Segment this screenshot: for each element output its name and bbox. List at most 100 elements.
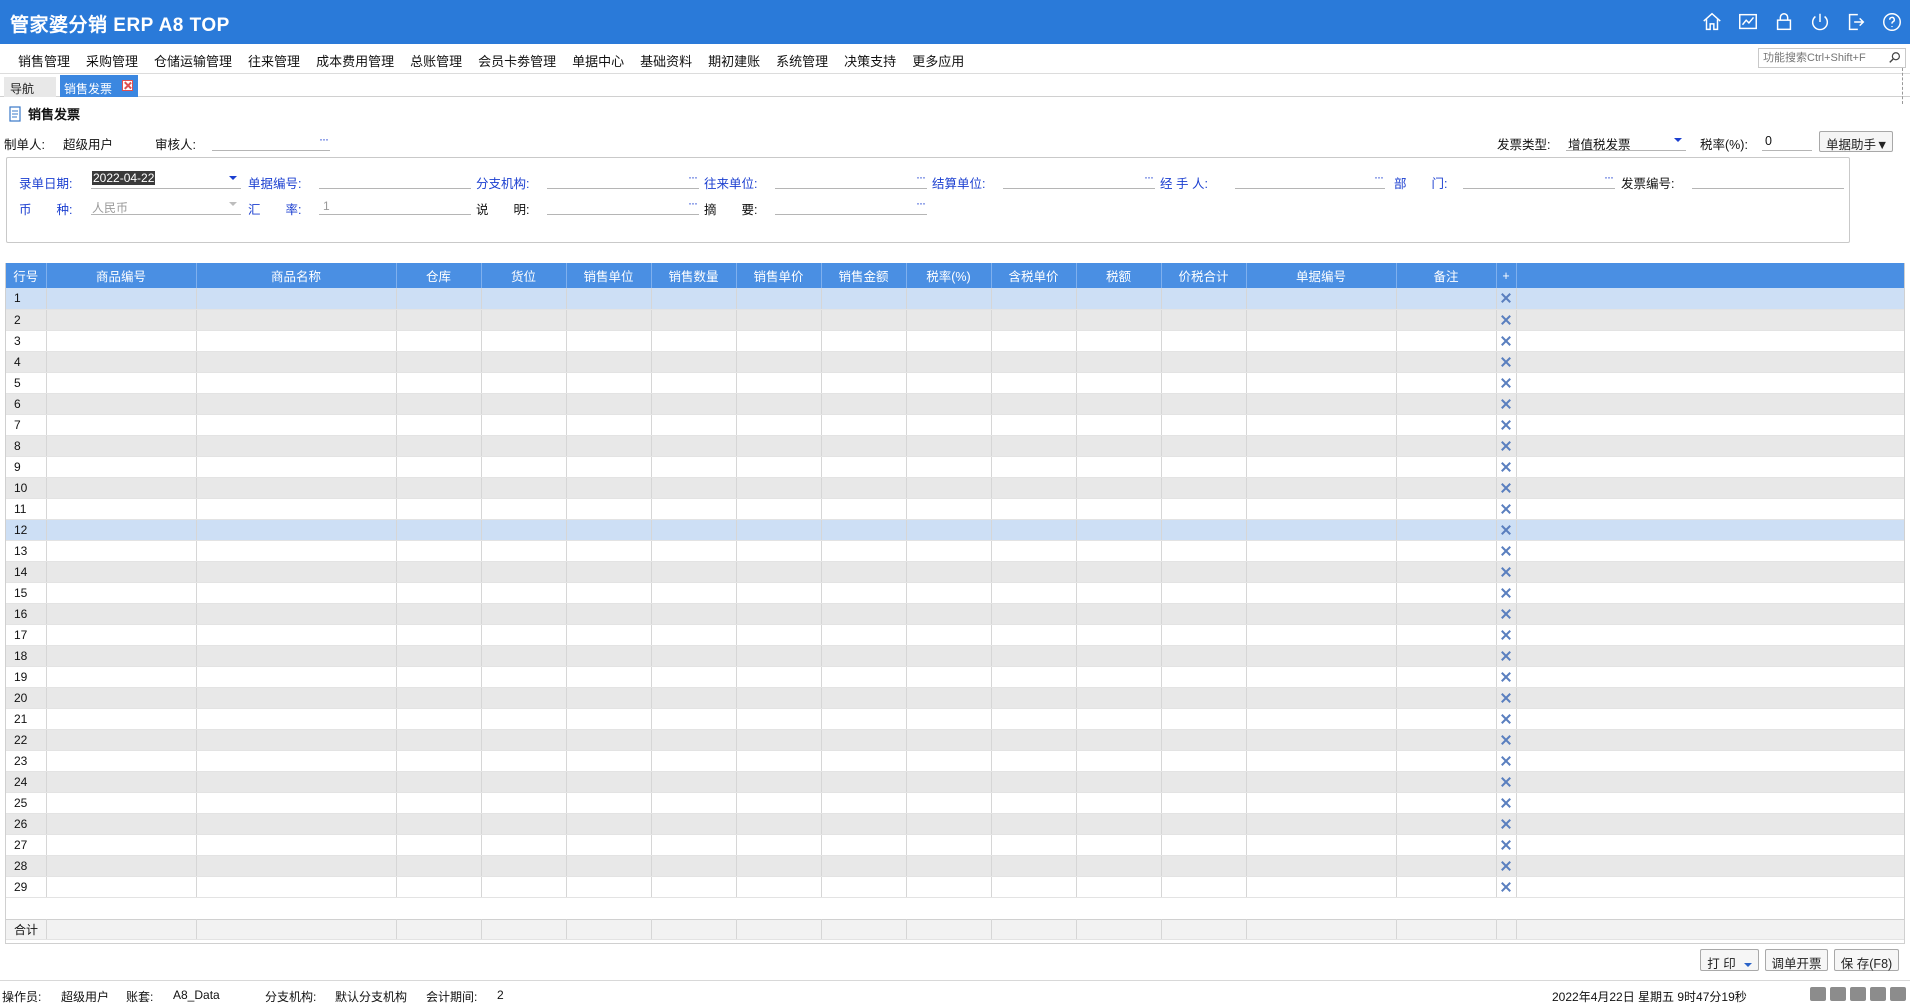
grid-cell[interactable]: [1076, 330, 1162, 352]
grid-cell[interactable]: [566, 876, 652, 898]
grid-cell[interactable]: [481, 729, 567, 751]
grid-cell[interactable]: [1076, 750, 1162, 772]
delete-row-icon[interactable]: [1501, 798, 1511, 808]
grid-cell[interactable]: [1161, 666, 1247, 688]
grid-cell[interactable]: [46, 456, 197, 478]
grid-cell[interactable]: [991, 645, 1077, 667]
menu-item-decision[interactable]: 决策支持: [836, 51, 904, 70]
grid-cell[interactable]: [396, 813, 482, 835]
grid-cell[interactable]: [481, 456, 567, 478]
grid-cell[interactable]: [651, 603, 737, 625]
delete-row-icon[interactable]: [1501, 462, 1511, 472]
grid-cell[interactable]: [651, 855, 737, 877]
grid-cell[interactable]: [821, 792, 907, 814]
delete-row-cell[interactable]: [1496, 666, 1517, 688]
grid-cell[interactable]: [396, 771, 482, 793]
grid-cell[interactable]: [566, 414, 652, 436]
grid-cell[interactable]: [906, 624, 992, 646]
grid-cell[interactable]: [1076, 477, 1162, 499]
col-bill-no[interactable]: 单据编号: [1246, 263, 1397, 288]
grid-cell[interactable]: [1161, 708, 1247, 730]
grid-cell[interactable]: [821, 414, 907, 436]
grid-cell[interactable]: [1161, 351, 1247, 373]
grid-cell[interactable]: [46, 330, 197, 352]
grid-cell[interactable]: [821, 309, 907, 331]
grid-cell[interactable]: [1161, 834, 1247, 856]
grid-cell[interactable]: [991, 708, 1077, 730]
col-tax-incl-price[interactable]: 含税单价: [991, 263, 1077, 288]
delete-row-cell[interactable]: [1496, 393, 1517, 415]
grid-cell[interactable]: [991, 729, 1077, 751]
grid-cell[interactable]: [46, 477, 197, 499]
grid-cell[interactable]: [481, 876, 567, 898]
grid-cell[interactable]: [1161, 414, 1247, 436]
grid-cell[interactable]: [1396, 624, 1497, 646]
grid-cell[interactable]: [651, 792, 737, 814]
grid-cell[interactable]: [396, 288, 482, 310]
exit-icon[interactable]: [1844, 10, 1868, 34]
grid-cell[interactable]: [1076, 687, 1162, 709]
grid-cell[interactable]: [651, 813, 737, 835]
delete-row-icon[interactable]: [1501, 441, 1511, 451]
grid-cell[interactable]: [196, 876, 397, 898]
delete-row-cell[interactable]: [1496, 582, 1517, 604]
grid-cell[interactable]: [906, 855, 992, 877]
grid-cell[interactable]: [46, 498, 197, 520]
grid-cell[interactable]: [991, 792, 1077, 814]
grid-cell[interactable]: [396, 792, 482, 814]
grid-cell[interactable]: [196, 519, 397, 541]
grid-cell[interactable]: [1076, 834, 1162, 856]
settle-field[interactable]: ···: [1003, 169, 1155, 189]
grid-cell[interactable]: [1161, 750, 1247, 772]
grid-cell[interactable]: [906, 330, 992, 352]
menu-item-basic[interactable]: 基础资料: [632, 51, 700, 70]
grid-cell[interactable]: [396, 309, 482, 331]
grid-cell[interactable]: [1396, 645, 1497, 667]
col-remark[interactable]: 备注: [1396, 263, 1497, 288]
grid-cell[interactable]: [566, 498, 652, 520]
grid-cell[interactable]: [481, 687, 567, 709]
grid-cell[interactable]: [196, 309, 397, 331]
delete-row-cell[interactable]: [1496, 645, 1517, 667]
grid-cell[interactable]: [1161, 729, 1247, 751]
grid-cell[interactable]: [1161, 624, 1247, 646]
table-row[interactable]: 13: [6, 540, 1904, 562]
grid-cell[interactable]: [906, 813, 992, 835]
grid-cell[interactable]: [1246, 813, 1397, 835]
grid-cell[interactable]: [481, 624, 567, 646]
grid-cell[interactable]: [1246, 708, 1397, 730]
grid-cell[interactable]: [566, 750, 652, 772]
grid-cell[interactable]: [481, 414, 567, 436]
grid-cell[interactable]: [481, 309, 567, 331]
table-row[interactable]: 24: [6, 771, 1904, 793]
grid-cell[interactable]: [196, 603, 397, 625]
rate-field[interactable]: 1: [319, 195, 471, 215]
grid-cell[interactable]: [1246, 750, 1397, 772]
grid-cell[interactable]: [46, 771, 197, 793]
grid-cell[interactable]: [906, 477, 992, 499]
table-row[interactable]: 17: [6, 624, 1904, 646]
grid-cell[interactable]: [1161, 372, 1247, 394]
grid-cell[interactable]: [991, 519, 1077, 541]
grid-cell[interactable]: [566, 309, 652, 331]
grid-cell[interactable]: [991, 771, 1077, 793]
grid-cell[interactable]: [651, 876, 737, 898]
grid-cell[interactable]: [1076, 561, 1162, 583]
grid-cell[interactable]: [991, 855, 1077, 877]
grid-cell[interactable]: [906, 771, 992, 793]
grid-cell[interactable]: [651, 771, 737, 793]
table-row[interactable]: 14: [6, 561, 1904, 583]
grid-cell[interactable]: [906, 729, 992, 751]
grid-cell[interactable]: [1246, 792, 1397, 814]
grid-cell[interactable]: [566, 771, 652, 793]
grid-cell[interactable]: [991, 666, 1077, 688]
grid-cell[interactable]: [196, 477, 397, 499]
grid-cell[interactable]: [396, 456, 482, 478]
delete-row-icon[interactable]: [1501, 399, 1511, 409]
grid-cell[interactable]: [1246, 876, 1397, 898]
delete-row-icon[interactable]: [1501, 630, 1511, 640]
delete-row-icon[interactable]: [1501, 483, 1511, 493]
grid-cell[interactable]: [481, 603, 567, 625]
grid-cell[interactable]: [1246, 435, 1397, 457]
home-icon[interactable]: [1700, 10, 1724, 34]
